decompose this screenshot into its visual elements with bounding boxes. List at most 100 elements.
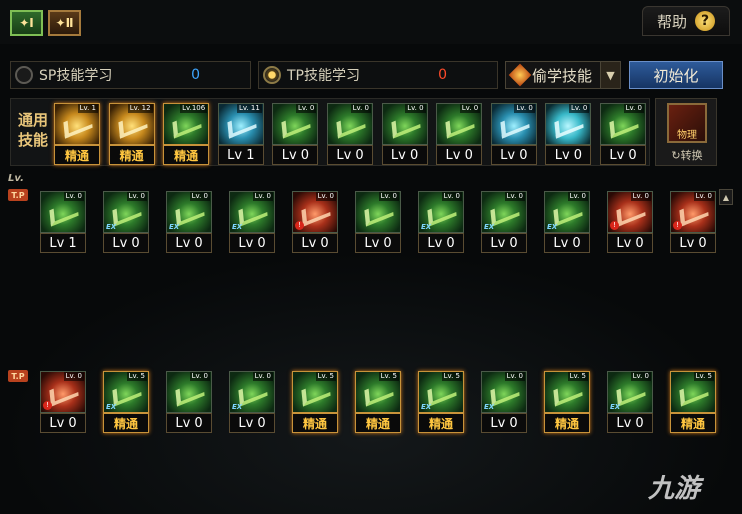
tree-skill-tile-row1[interactable]: Lv. 0 EX Lv 0 [103, 191, 149, 253]
tree-skill-tile-row2[interactable]: Lv. 5 EX 精通 [418, 371, 464, 433]
sp-learning-panel[interactable]: SP技能学习 0 [10, 61, 251, 89]
skill-level-plate: Lv 0 [166, 233, 212, 253]
skill-level-tag: Lv. 0 [567, 192, 588, 201]
reset-button[interactable]: 初始化 [629, 61, 723, 89]
common-skill-tile[interactable]: Lv. 12 精通 [108, 103, 155, 165]
skill-icon[interactable]: Lv. 0 EX [607, 371, 653, 413]
skill-icon[interactable]: Lv. 0 EX [544, 191, 590, 233]
skill-level-tag: Lv. 5 [567, 372, 588, 381]
tree-skill-tile-row1[interactable]: Lv. 0 EX Lv 0 [166, 191, 212, 253]
skill-icon[interactable]: Lv. 0 EX [229, 371, 275, 413]
sp-radio-icon[interactable] [15, 66, 33, 84]
tp-tag-row1: T.P [8, 189, 28, 201]
skill-icon[interactable]: Lv. 0! [40, 371, 86, 413]
tree-skill-tile-row1[interactable]: Lv. 0 EX Lv 0 [418, 191, 464, 253]
skill-icon[interactable]: Lv. 0 [272, 103, 319, 145]
skill-icon[interactable]: Lv. 12 [108, 103, 155, 145]
skill-icon[interactable]: Lv. 0 [327, 103, 373, 145]
skill-icon[interactable]: Lv. 5 EX [103, 371, 149, 413]
skill-tab-1-button[interactable]: ✦Ⅰ [10, 10, 43, 36]
skill-icon[interactable]: Lv. 0 [490, 103, 537, 145]
skill-level-tag: Lv. 12 [127, 104, 153, 113]
tree-skill-tile-row2[interactable]: Lv. 0 EX Lv 0 [607, 371, 653, 433]
skill-icon[interactable]: Lv. 0 [166, 371, 212, 413]
skill-icon[interactable]: Lv. 5 [292, 371, 338, 413]
common-skill-tile[interactable]: Lv. 11 Lv 1 [217, 103, 264, 165]
skill-icon[interactable]: Lv. 0 EX [103, 191, 149, 233]
common-skill-tile[interactable]: Lv. 0 Lv 0 [490, 103, 537, 165]
skill-icon[interactable]: Lv. 0 EX [481, 371, 527, 413]
skill-icon[interactable]: Lv. 5 [544, 371, 590, 413]
common-skill-tile[interactable]: Lv. 0 Lv 0 [327, 103, 373, 165]
scroll-up-icon[interactable]: ▲ [719, 189, 733, 205]
tree-skill-tile-row2[interactable]: Lv. 5 精通 [292, 371, 338, 433]
watermark-logo: 九游 [648, 474, 701, 504]
skill-icon[interactable]: Lv. 0! [292, 191, 338, 233]
tree-skill-tile-row1[interactable]: Lv. 0 Lv 0 [355, 191, 401, 253]
skill-icon[interactable]: Lv. 0 [381, 103, 428, 145]
tree-skill-tile-row2[interactable]: Lv. 0! Lv 0 [40, 371, 86, 433]
skill-level-tag: Lv. 5 [126, 372, 147, 381]
tree-skill-tile-row2[interactable]: Lv. 5 精通 [544, 371, 590, 433]
tp-learning-panel[interactable]: TP技能学习 0 [258, 61, 498, 89]
skill-level-plate: 精通 [544, 413, 590, 433]
common-skill-tile[interactable]: Lv. 0 Lv 0 [600, 103, 646, 165]
skill-icon[interactable]: Lv.106 [163, 103, 210, 145]
physical-swap-icon[interactable]: 物理 [667, 103, 707, 143]
dropdown-arrow-icon[interactable]: ▼ [600, 62, 620, 88]
physical-swap-box[interactable]: 物理 ↻转换 [655, 98, 717, 166]
skill-level-plate: Lv 0 [481, 413, 527, 433]
skill-icon[interactable]: Lv. 5 EX [418, 371, 464, 413]
skill-level-tag: Lv. 5 [315, 372, 336, 381]
skill-icon[interactable]: Lv. 0 [436, 103, 483, 145]
ex-badge-icon: EX [547, 223, 558, 231]
skill-glyph-icon [112, 379, 142, 407]
skill-icon[interactable]: Lv. 11 [217, 103, 264, 145]
skill-icon[interactable]: Lv. 0 [545, 103, 592, 145]
common-skill-tile[interactable]: Lv. 0 Lv 0 [381, 103, 428, 165]
skill-icon[interactable]: Lv. 0 EX [229, 191, 275, 233]
tree-skill-tile-row1[interactable]: Lv. 0! Lv 0 [607, 191, 653, 253]
common-skill-tile[interactable]: Lv.106 精通 [163, 103, 210, 165]
skill-icon[interactable]: Lv. 0 EX [481, 191, 527, 233]
tree-skill-tile-row1[interactable]: Lv. 0 EX Lv 0 [229, 191, 275, 253]
skill-glyph-icon [281, 111, 312, 139]
tree-skill-tile-row2[interactable]: Lv. 0 EX Lv 0 [481, 371, 527, 433]
skill-tab-2-button[interactable]: ✦Ⅱ [48, 10, 81, 36]
warning-icon: ! [43, 401, 52, 410]
common-skill-tile[interactable]: Lv. 0 Lv 0 [545, 103, 592, 165]
tree-skill-tile-row1[interactable]: Lv. 0 EX Lv 0 [544, 191, 590, 253]
tree-skill-tile-row2[interactable]: Lv. 5 精通 [355, 371, 401, 433]
tree-skill-tile-row1[interactable]: Lv. 0 Lv 1 [40, 191, 86, 253]
swap-label[interactable]: ↻转换 [656, 147, 718, 163]
common-skill-tile[interactable]: Lv. 0 Lv 0 [436, 103, 483, 165]
skill-icon[interactable]: Lv. 0! [607, 191, 653, 233]
ex-badge-icon: EX [421, 403, 432, 411]
tree-skill-tile-row2[interactable]: Lv. 5 精通 [670, 371, 716, 433]
skill-icon[interactable]: Lv. 0 EX [418, 191, 464, 233]
skill-icon[interactable]: Lv. 0 EX [166, 191, 212, 233]
tree-skill-tile-row2[interactable]: Lv. 0 Lv 0 [166, 371, 212, 433]
tree-skill-tile-row2[interactable]: Lv. 0 EX Lv 0 [229, 371, 275, 433]
skill-level-plate: Lv 0 [381, 145, 428, 165]
skill-icon[interactable]: Lv. 5 [355, 371, 401, 413]
tree-skill-tile-row1[interactable]: Lv. 0 EX Lv 0 [481, 191, 527, 253]
skill-glyph-icon [490, 379, 520, 407]
skill-icon[interactable]: Lv. 0 [40, 191, 86, 233]
skill-glyph-icon [554, 111, 585, 139]
tree-skill-tile-row2[interactable]: Lv. 5 EX 精通 [103, 371, 149, 433]
skill-icon[interactable]: Lv. 0 [355, 191, 401, 233]
skill-icon[interactable]: Lv. 1 [54, 103, 100, 145]
skill-icon[interactable]: Lv. 0 [600, 103, 646, 145]
common-skill-tile[interactable]: Lv. 1 精通 [54, 103, 100, 165]
common-skill-tile[interactable]: Lv. 0 Lv 0 [272, 103, 319, 165]
skill-icon[interactable]: Lv. 0! [670, 191, 716, 233]
skill-level-plate: Lv 0 [481, 233, 527, 253]
help-button[interactable]: 帮助 ? [642, 6, 730, 36]
ex-badge-icon: EX [232, 223, 243, 231]
tree-skill-tile-row1[interactable]: Lv. 0! Lv 0 [670, 191, 716, 253]
steal-skill-dropdown[interactable]: 偷学技能 ▼ [505, 61, 621, 89]
tree-skill-tile-row1[interactable]: Lv. 0! Lv 0 [292, 191, 338, 253]
tp-radio-icon[interactable] [263, 66, 281, 84]
skill-icon[interactable]: Lv. 5 [670, 371, 716, 413]
